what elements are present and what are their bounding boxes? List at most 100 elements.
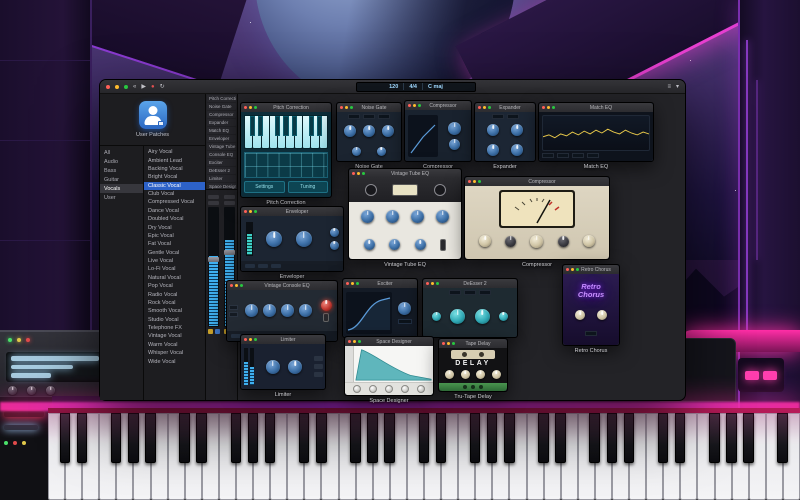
knob[interactable] (266, 360, 280, 374)
glow-pad[interactable] (745, 371, 759, 380)
knob[interactable] (353, 385, 361, 393)
plugin-titlebar[interactable]: Noise Gate (337, 103, 401, 112)
knob[interactable] (448, 122, 461, 135)
preset-item[interactable]: Airy Vocal (144, 148, 205, 156)
minimize-icon[interactable] (431, 282, 434, 285)
plugin-titlebar[interactable]: Compressor (405, 101, 471, 110)
knob[interactable] (505, 236, 516, 247)
knob[interactable] (499, 312, 508, 321)
volume-fader[interactable] (208, 257, 219, 262)
preset-item[interactable]: Gentle Vocal (144, 249, 205, 257)
knob[interactable] (382, 125, 394, 137)
channel-strip[interactable] (207, 195, 220, 334)
knob[interactable] (385, 385, 393, 393)
plugin-window-retro-chorus[interactable]: Retro Chorus Retro Chorus (562, 264, 620, 346)
plugin-titlebar[interactable]: Vintage Tube EQ (349, 169, 461, 178)
browser-toggle-button[interactable]: ▾ (676, 84, 679, 90)
slot-item[interactable]: Enveloper (207, 135, 236, 142)
slot-item[interactable]: DeEsser 2 (207, 167, 236, 174)
minimize-icon[interactable] (413, 104, 416, 107)
close-icon[interactable] (468, 180, 471, 183)
knob[interactable] (476, 370, 485, 379)
plugin-titlebar[interactable]: Tape Delay (439, 339, 507, 348)
close-icon[interactable] (244, 210, 247, 213)
knob[interactable] (263, 304, 276, 317)
minimize-icon[interactable] (571, 268, 574, 271)
preset-item[interactable]: Epic Vocal (144, 232, 205, 240)
slot-item[interactable]: Space Designer (207, 183, 236, 190)
cat-item[interactable]: All (100, 148, 143, 157)
slot-item[interactable]: Expander (207, 119, 236, 126)
slot-item[interactable]: Exciter (207, 159, 236, 166)
preset-item[interactable]: Lo-Fi Vocal (144, 265, 205, 273)
preset-item[interactable]: Dance Vocal (144, 207, 205, 215)
preset-item[interactable]: Rock Vocal (144, 299, 205, 307)
knob[interactable] (361, 210, 374, 223)
plugin-titlebar[interactable]: Match EQ (539, 103, 653, 112)
rewind-button[interactable]: « (133, 84, 136, 90)
knob[interactable] (487, 124, 499, 136)
slot-item[interactable]: Limiter (207, 175, 236, 182)
minimize-icon[interactable] (351, 282, 354, 285)
close-icon[interactable] (230, 284, 233, 287)
preset-item[interactable]: Doubled Vocal (144, 215, 205, 223)
plugin-titlebar[interactable]: Expander (475, 103, 535, 112)
plugin-titlebar[interactable]: Exciter (343, 279, 417, 288)
close-icon[interactable] (566, 268, 569, 271)
knob[interactable] (330, 228, 339, 237)
plugin-slot-list[interactable]: Pitch CorrectionNoise GateCompressorExpa… (206, 94, 237, 190)
knob[interactable] (449, 139, 460, 150)
preset-item[interactable]: Live Vocal (144, 257, 205, 265)
knob[interactable] (369, 385, 377, 393)
window-minimize-button[interactable] (115, 85, 119, 89)
play-button[interactable]: ▶ (141, 84, 146, 90)
settings-button[interactable]: Settings (244, 181, 285, 193)
knob[interactable] (445, 370, 454, 379)
knob[interactable] (583, 235, 595, 247)
plugin-titlebar[interactable]: DeEsser 2 (423, 279, 517, 288)
knob[interactable] (364, 239, 375, 250)
cat-item[interactable]: Audio (100, 157, 143, 166)
knob[interactable] (411, 210, 424, 223)
knob[interactable] (436, 210, 449, 223)
preset-item[interactable]: Vintage Vocal (144, 332, 205, 340)
minimize-icon[interactable] (249, 106, 252, 109)
slot-item[interactable]: Vintage Tube EQ (207, 143, 236, 150)
mute-button[interactable] (208, 329, 213, 334)
knob[interactable] (487, 144, 499, 156)
preset-item[interactable]: Backing Vocal (144, 165, 205, 173)
plugin-titlebar[interactable]: Compressor (465, 177, 609, 186)
knob[interactable] (575, 310, 585, 320)
close-icon[interactable] (346, 282, 349, 285)
close-icon[interactable] (244, 338, 247, 341)
knob[interactable] (27, 386, 36, 395)
preset-item[interactable]: Dry Vocal (144, 223, 205, 231)
knob[interactable] (597, 310, 607, 320)
knob[interactable] (245, 304, 258, 317)
close-icon[interactable] (442, 342, 445, 345)
preset-item[interactable]: Whisper Vocal (144, 349, 205, 357)
plugin-window-noise-gate[interactable]: Noise Gate (336, 102, 402, 162)
list-editors-button[interactable]: ≡ (667, 84, 671, 90)
plugin-window-tape-delay[interactable]: Tape Delay DELAY (438, 338, 508, 392)
plugin-titlebar[interactable]: Pitch Correction (241, 103, 331, 112)
preset-item[interactable]: Studio Vocal (144, 316, 205, 324)
knob[interactable] (461, 370, 470, 379)
cat-item[interactable]: Guitar (100, 175, 143, 184)
minimize-icon[interactable] (345, 106, 348, 109)
minimize-icon[interactable] (357, 172, 360, 175)
note-buttons[interactable] (244, 152, 328, 178)
slot-item[interactable]: Console EQ (207, 151, 236, 158)
knob[interactable] (299, 304, 312, 317)
plugin-window-match-eq[interactable]: Match EQ (538, 102, 654, 162)
slot-item[interactable]: Match EQ (207, 127, 236, 134)
plugin-titlebar[interactable]: Enveloper (241, 207, 343, 216)
preset-item[interactable]: Natural Vocal (144, 274, 205, 282)
cat-item[interactable]: Vocals (100, 184, 143, 193)
close-icon[interactable] (352, 172, 355, 175)
knob[interactable] (377, 147, 386, 156)
minimize-icon[interactable] (235, 284, 238, 287)
knob[interactable] (386, 210, 399, 223)
preset-item[interactable]: Pop Vocal (144, 282, 205, 290)
plugin-window-pitch-correction[interactable]: Pitch Correction Settings Tuning (240, 102, 332, 198)
